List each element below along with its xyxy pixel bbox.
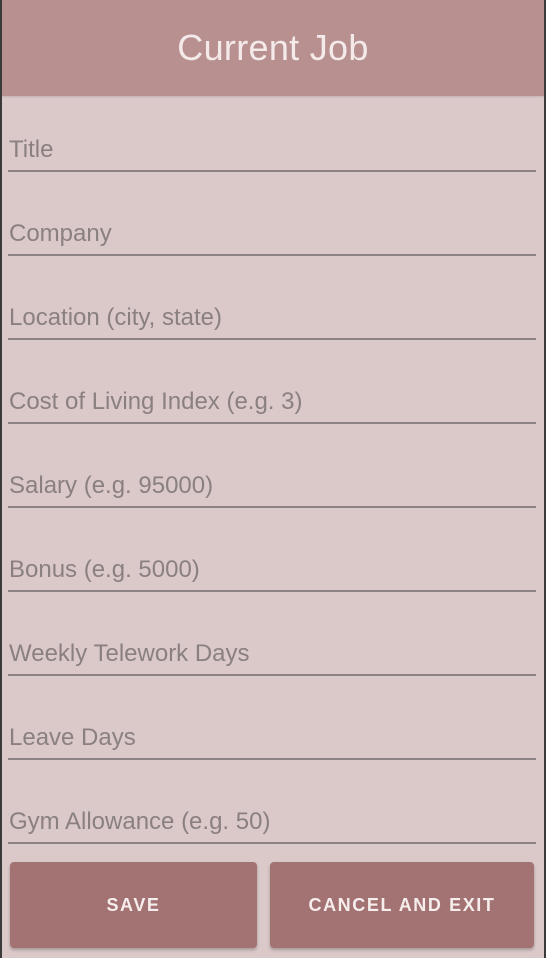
- gym-allowance-underline: [8, 842, 536, 844]
- salary-field-container: [8, 424, 536, 508]
- gym-allowance-field-container: [8, 760, 536, 844]
- cost-of-living-field-container: [8, 340, 536, 424]
- save-button[interactable]: SAVE: [10, 862, 257, 948]
- gym-allowance-input[interactable]: [8, 802, 536, 842]
- bonus-field-container: [8, 508, 536, 592]
- salary-input[interactable]: [8, 466, 536, 506]
- leave-days-input[interactable]: [8, 718, 536, 758]
- leave-days-field-container: [8, 676, 536, 760]
- cancel-and-exit-button[interactable]: CANCEL AND EXIT: [270, 862, 534, 948]
- company-input[interactable]: [8, 214, 536, 254]
- action-buttons: SAVE CANCEL AND EXIT: [10, 862, 534, 948]
- title-field-container: [8, 96, 536, 172]
- current-job-screen: Current Job Title Company Location (city…: [0, 0, 546, 958]
- telework-days-input[interactable]: [8, 634, 536, 674]
- app-bar: Current Job: [2, 0, 544, 96]
- title-input[interactable]: [8, 130, 536, 170]
- page-title: Current Job: [177, 27, 369, 68]
- job-form: [2, 96, 544, 844]
- location-input[interactable]: [8, 298, 536, 338]
- location-field-container: [8, 256, 536, 340]
- bonus-input[interactable]: [8, 550, 536, 590]
- company-field-container: [8, 172, 536, 256]
- telework-days-field-container: [8, 592, 536, 676]
- cost-of-living-input[interactable]: [8, 382, 536, 422]
